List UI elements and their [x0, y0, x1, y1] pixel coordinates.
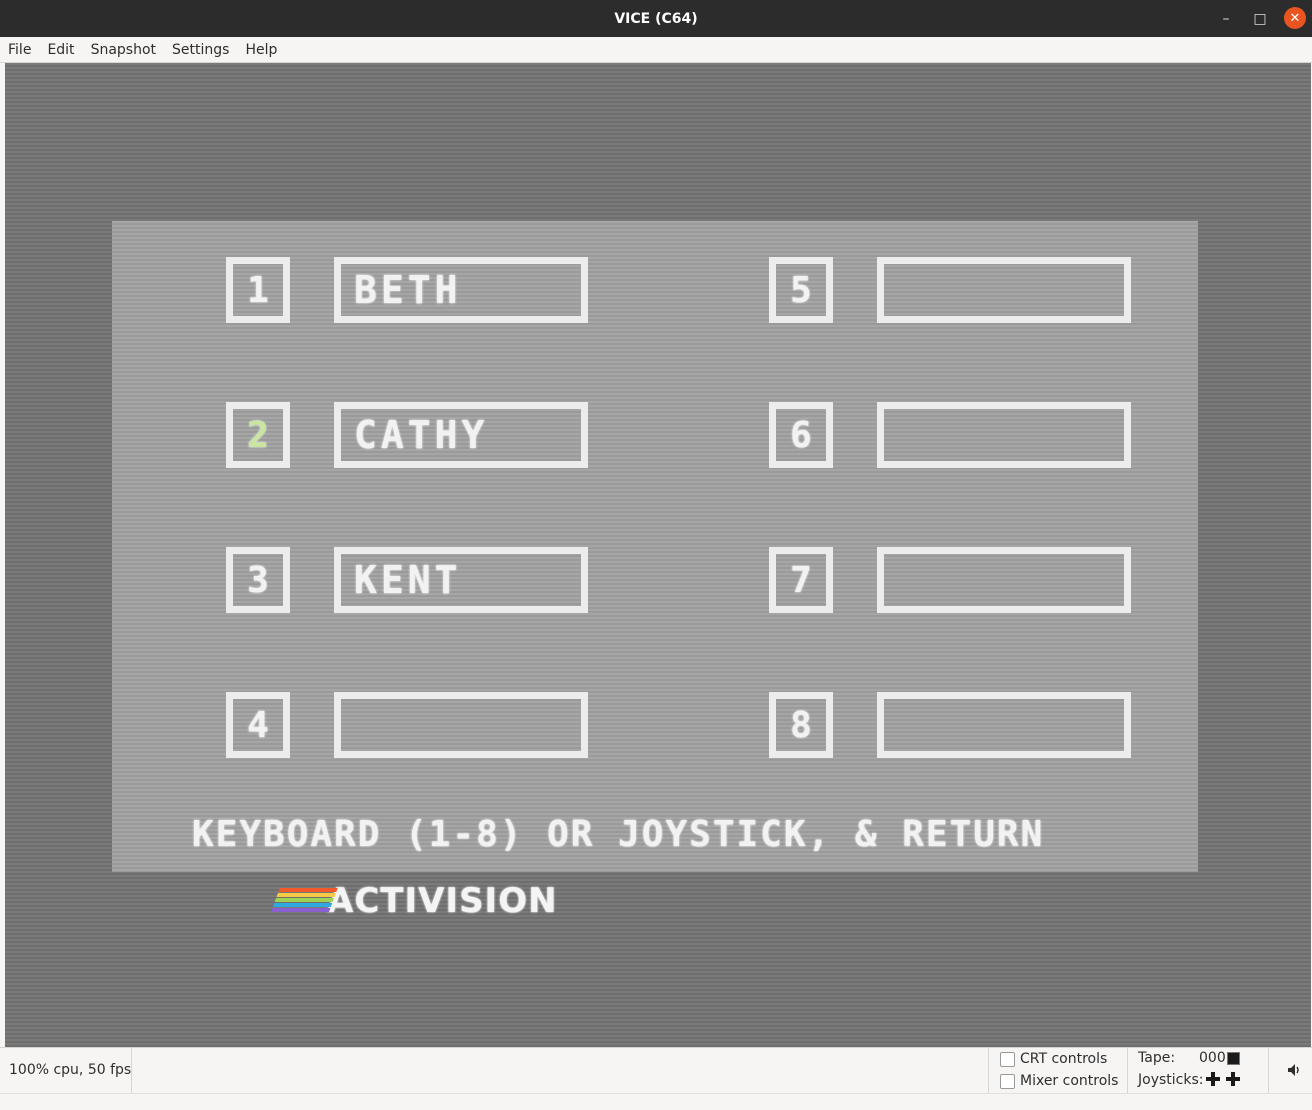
slot-number-6: 6: [769, 402, 833, 468]
logo-stripe: [272, 903, 333, 907]
slot-name-8: [877, 692, 1131, 758]
tape-stop-icon[interactable]: [1227, 1052, 1240, 1065]
logo-stripe: [270, 908, 331, 912]
menu-file[interactable]: File: [0, 37, 39, 63]
crt-controls-checkbox[interactable]: [1000, 1051, 1015, 1067]
tape-label: Tape:: [1138, 1050, 1176, 1066]
slot-name-2: CATHY: [334, 402, 588, 468]
player-select-panel: 1 BETH 2 CATHY 3 KENT 4 5 6 7 8 KEYBOARD…: [112, 221, 1198, 872]
slot-number-1: 1: [226, 257, 290, 323]
menu-edit[interactable]: Edit: [39, 37, 82, 63]
menu-help[interactable]: Help: [237, 37, 285, 63]
slot-number-3: 3: [226, 547, 290, 613]
status-separator: [131, 1048, 132, 1094]
slot-name-4: [334, 692, 588, 758]
crt-controls-toggle[interactable]: CRT controls: [1000, 1051, 1107, 1067]
mixer-controls-label: Mixer controls: [1020, 1073, 1119, 1089]
maximize-button[interactable]: □: [1248, 0, 1272, 37]
tape-counter: 000: [1199, 1050, 1226, 1066]
mixer-controls-toggle[interactable]: Mixer controls: [1000, 1073, 1118, 1089]
window-bottom-edge: [0, 1093, 1312, 1110]
slot-name-3: KENT: [334, 547, 588, 613]
joystick-icon[interactable]: [1226, 1072, 1240, 1086]
logo-stripe: [278, 888, 338, 892]
minimize-button[interactable]: –: [1214, 0, 1238, 37]
slot-name-7: [877, 547, 1131, 613]
slot-name-1: BETH: [334, 257, 588, 323]
slot-number-2: 2: [226, 402, 290, 468]
performance-status: 100% cpu, 50 fps: [9, 1062, 132, 1078]
window-title: VICE (C64): [614, 10, 698, 27]
status-separator: [1268, 1048, 1269, 1094]
slot-number-8: 8: [769, 692, 833, 758]
logo-stripes: [270, 888, 338, 914]
status-separator: [988, 1048, 989, 1094]
slot-number-7: 7: [769, 547, 833, 613]
menu-snapshot[interactable]: Snapshot: [83, 37, 164, 63]
logo-text: ACTIVISION: [327, 881, 558, 921]
joystick-icon[interactable]: [1206, 1072, 1220, 1086]
status-separator: [1127, 1048, 1128, 1094]
slot-number-4: 4: [226, 692, 290, 758]
slot-number-5: 5: [769, 257, 833, 323]
close-button[interactable]: ✕: [1284, 7, 1306, 29]
input-prompt: KEYBOARD (1-8) OR JOYSTICK, & RETURN: [192, 814, 1045, 855]
mixer-controls-checkbox[interactable]: [1000, 1073, 1015, 1089]
slot-name-5: [877, 257, 1131, 323]
menu-bar: File Edit Snapshot Settings Help: [0, 37, 1312, 63]
speaker-icon[interactable]: [1286, 1062, 1302, 1078]
activision-logo: ACTIVISION: [270, 881, 558, 921]
crt-controls-label: CRT controls: [1020, 1051, 1108, 1067]
logo-stripe: [276, 893, 336, 897]
title-bar: VICE (C64) – □ ✕: [0, 0, 1312, 37]
slot-name-6: [877, 402, 1131, 468]
logo-stripe: [274, 898, 335, 902]
emulator-screen[interactable]: 1 BETH 2 CATHY 3 KENT 4 5 6 7 8 KEYBOARD…: [5, 63, 1311, 1047]
joysticks-label: Joysticks:: [1138, 1072, 1204, 1088]
menu-settings[interactable]: Settings: [164, 37, 237, 63]
status-bar: 100% cpu, 50 fps CRT controls Mixer cont…: [0, 1047, 1312, 1094]
